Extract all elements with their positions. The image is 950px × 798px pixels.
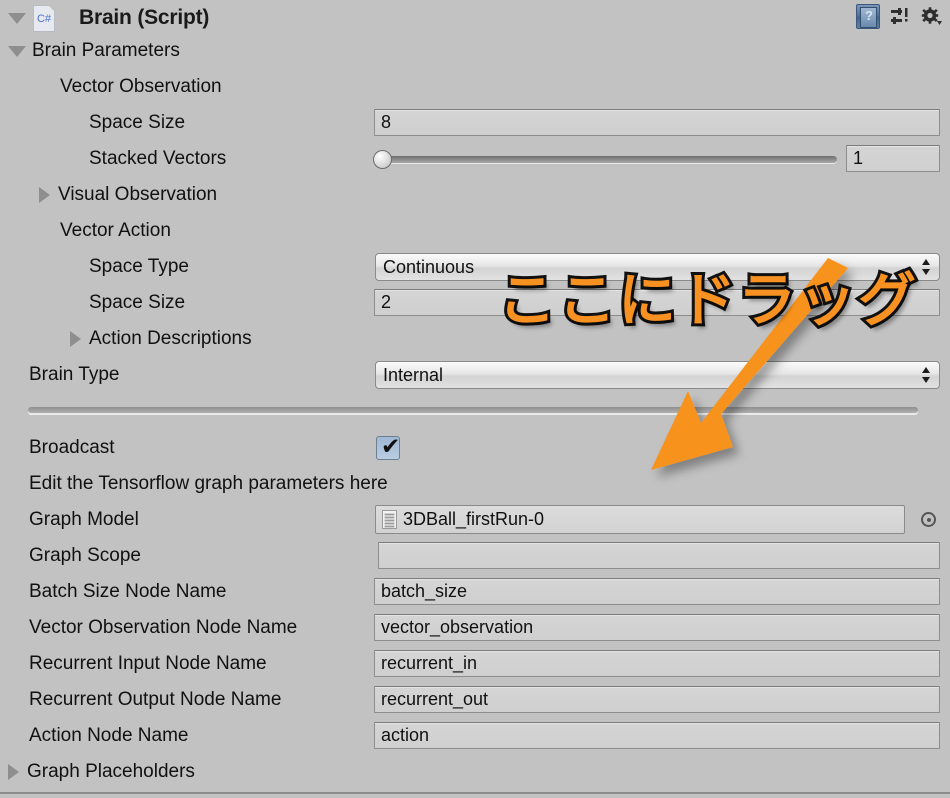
broadcast-label: Broadcast <box>29 437 115 459</box>
component-foldout-arrow[interactable] <box>8 13 26 24</box>
recurrent-input-node-row: Recurrent Input Node Name recurrent_in <box>0 646 950 682</box>
vector-observation-node-row: Vector Observation Node Name vector_obse… <box>0 610 950 646</box>
help-icon[interactable]: ? <box>856 4 880 29</box>
recurrent-output-node-input[interactable]: recurrent_out <box>374 686 940 713</box>
batch-size-node-row: Batch Size Node Name batch_size <box>0 574 950 610</box>
section-divider <box>28 407 918 413</box>
recurrent-output-node-label: Recurrent Output Node Name <box>29 689 281 711</box>
vector-observation-row: Vector Observation <box>0 69 950 105</box>
graph-model-label: Graph Model <box>29 509 139 531</box>
stacked-vectors-slider-track[interactable] <box>378 156 837 163</box>
csharp-script-icon: C# <box>33 5 55 32</box>
chevron-updown-icon <box>922 366 931 384</box>
va-space-size-label: Space Size <box>89 292 185 314</box>
visual-observation-label: Visual Observation <box>58 184 217 206</box>
unity-inspector-panel: C# Brain (Script) ? <box>0 0 950 798</box>
recurrent-input-node-label: Recurrent Input Node Name <box>29 653 267 675</box>
vo-space-size-input[interactable]: 8 <box>374 109 940 136</box>
graph-model-row: Graph Model 3DBall_firstRun-0 <box>0 502 950 538</box>
graph-model-object-field[interactable]: 3DBall_firstRun-0 <box>375 505 905 534</box>
vector-observation-node-label: Vector Observation Node Name <box>29 617 297 639</box>
checkmark-icon: ✔ <box>381 435 400 459</box>
vector-observation-label: Vector Observation <box>60 76 222 98</box>
gear-icon-svg <box>920 6 942 28</box>
graph-scope-row: Graph Scope <box>0 538 950 574</box>
component-header: C# Brain (Script) ? <box>0 0 950 36</box>
action-descriptions-foldout-arrow[interactable] <box>70 331 81 347</box>
action-node-label: Action Node Name <box>29 725 188 747</box>
preset-icon[interactable] <box>889 6 911 28</box>
tensorflow-hint-row: Edit the Tensorflow graph parameters her… <box>0 466 950 502</box>
preset-icon-svg <box>889 6 911 28</box>
help-icon-glyph: ? <box>861 8 877 23</box>
panel-bottom-border <box>0 792 950 794</box>
graph-placeholders-foldout-arrow[interactable] <box>8 764 19 780</box>
header-icon-group: ? <box>856 4 942 29</box>
batch-size-node-label: Batch Size Node Name <box>29 581 227 603</box>
gear-icon[interactable] <box>920 6 942 28</box>
brain-type-value: Internal <box>383 365 443 386</box>
tensorflow-hint-label: Edit the Tensorflow graph parameters her… <box>29 473 388 495</box>
stacked-vectors-label: Stacked Vectors <box>89 148 226 170</box>
action-descriptions-label: Action Descriptions <box>89 328 252 350</box>
visual-observation-row[interactable]: Visual Observation <box>0 177 950 213</box>
va-space-type-label: Space Type <box>89 256 189 278</box>
broadcast-row: Broadcast ✔ <box>0 430 950 466</box>
vector-action-row: Vector Action <box>0 213 950 249</box>
vo-space-size-label: Space Size <box>89 112 185 134</box>
stacked-vectors-row: Stacked Vectors 1 <box>0 141 950 177</box>
graph-placeholders-label: Graph Placeholders <box>27 761 195 783</box>
va-space-type-value: Continuous <box>383 257 474 278</box>
graph-placeholders-row[interactable]: Graph Placeholders <box>0 754 950 790</box>
vector-observation-node-input[interactable]: vector_observation <box>374 614 940 641</box>
brain-parameters-row[interactable]: Brain Parameters <box>0 33 950 69</box>
recurrent-output-node-row: Recurrent Output Node Name recurrent_out <box>0 682 950 718</box>
broadcast-checkbox[interactable]: ✔ <box>376 436 400 460</box>
vo-space-size-row: Space Size 8 <box>0 105 950 141</box>
stacked-vectors-slider-knob[interactable] <box>373 150 392 169</box>
page-title: Brain (Script) <box>79 6 209 30</box>
batch-size-node-input[interactable]: batch_size <box>374 578 940 605</box>
visual-observation-foldout-arrow[interactable] <box>39 187 50 203</box>
graph-scope-label: Graph Scope <box>29 545 141 567</box>
brain-parameters-foldout-arrow[interactable] <box>8 46 26 57</box>
recurrent-input-node-input[interactable]: recurrent_in <box>374 650 940 677</box>
chevron-updown-icon <box>922 258 931 276</box>
graph-scope-input[interactable] <box>378 542 940 569</box>
graph-model-value: 3DBall_firstRun-0 <box>403 509 544 530</box>
stacked-vectors-input[interactable]: 1 <box>846 145 940 172</box>
brain-parameters-label: Brain Parameters <box>32 40 180 62</box>
drag-here-annotation-text: ここにドラッグ <box>498 253 918 337</box>
brain-type-row: Brain Type Internal <box>0 357 950 393</box>
brain-type-label: Brain Type <box>29 364 119 386</box>
csharp-script-icon-label: C# <box>34 13 54 25</box>
vector-action-label: Vector Action <box>60 220 171 242</box>
brain-type-dropdown[interactable]: Internal <box>375 361 940 389</box>
action-node-input[interactable]: action <box>374 722 940 749</box>
action-node-row: Action Node Name action <box>0 718 950 754</box>
graph-model-object-picker-button[interactable] <box>921 512 936 527</box>
text-asset-icon <box>382 510 397 529</box>
